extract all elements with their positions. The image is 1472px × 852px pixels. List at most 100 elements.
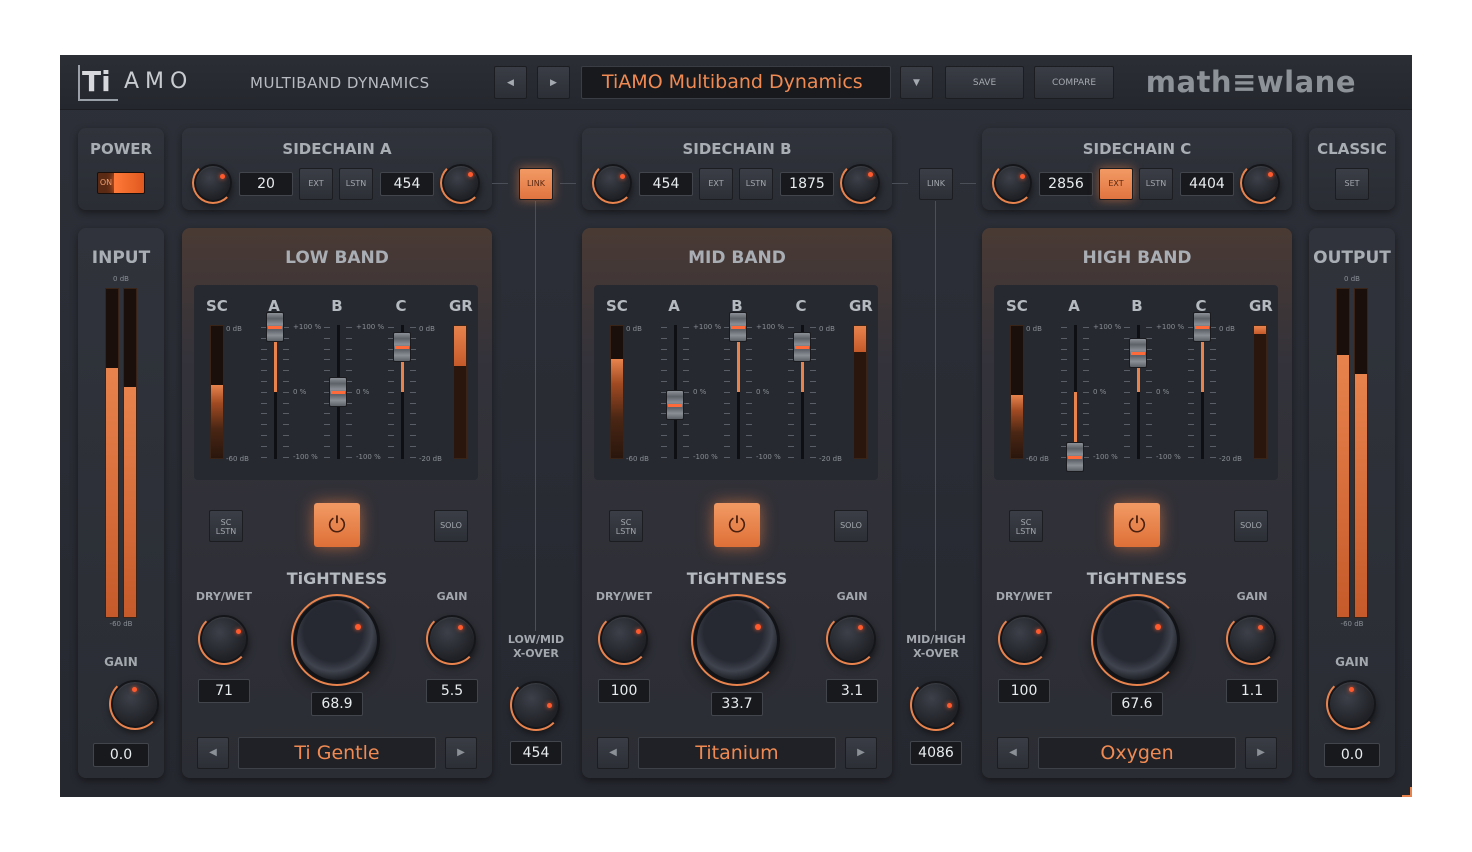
knob-arc: [291, 594, 383, 686]
preset-dropdown-button[interactable]: ▼: [900, 66, 933, 99]
drywet-value[interactable]: 100: [998, 679, 1050, 703]
sc-listen-button[interactable]: SC LSTN: [209, 510, 243, 542]
next-preset-button[interactable]: ▶: [537, 66, 570, 99]
xover-knob[interactable]: [510, 679, 562, 731]
band-preset-prev-button[interactable]: ◀: [997, 737, 1029, 769]
sidechain-low-knob[interactable]: [192, 162, 234, 204]
fader-b-cap[interactable]: [329, 377, 347, 407]
fader-a-track[interactable]: [1074, 325, 1077, 459]
power-toggle-label: ON: [98, 173, 114, 193]
fader-tick: [1146, 413, 1152, 415]
link-ab-button[interactable]: LINK: [519, 168, 553, 200]
fader-c-cap[interactable]: [1193, 312, 1211, 342]
fader-tick: [724, 391, 730, 393]
sidechain-low-knob[interactable]: [992, 162, 1034, 204]
fader-a-cap[interactable]: [666, 390, 684, 420]
band-gain-value[interactable]: 3.1: [826, 679, 878, 703]
band-preset-name[interactable]: Titanium: [638, 737, 836, 769]
fader-a-track[interactable]: [274, 325, 277, 459]
solo-button[interactable]: SOLO: [1234, 510, 1268, 542]
fader-tick: [410, 445, 416, 447]
tightness-value[interactable]: 33.7: [711, 692, 763, 716]
compare-button[interactable]: COMPARE: [1034, 66, 1114, 99]
sidechain-high-knob[interactable]: [440, 162, 482, 204]
xover-knob[interactable]: [910, 679, 962, 731]
band-power-button[interactable]: ⏻: [314, 503, 360, 547]
sidechain-ext-button[interactable]: EXT: [299, 168, 333, 200]
band-preset-next-button[interactable]: ▶: [845, 737, 877, 769]
fader-b-track[interactable]: [737, 325, 740, 459]
input-gain-knob[interactable]: [109, 678, 161, 730]
fader-b-cap[interactable]: [729, 312, 747, 342]
tightness-value[interactable]: 68.9: [311, 692, 363, 716]
input-gain-value[interactable]: 0.0: [93, 743, 149, 767]
band-preset-prev-button[interactable]: ◀: [197, 737, 229, 769]
drywet-value[interactable]: 100: [598, 679, 650, 703]
classic-set-button[interactable]: SET: [1335, 168, 1369, 200]
band-preset-name[interactable]: Oxygen: [1038, 737, 1236, 769]
link-bc-button[interactable]: LINK: [919, 168, 953, 200]
resize-handle[interactable]: [1402, 787, 1412, 797]
sidechain-listen-button[interactable]: LSTN: [739, 168, 773, 200]
fader-a-cap[interactable]: [1066, 442, 1084, 472]
preset-name-display[interactable]: TiAMO Multiband Dynamics: [581, 66, 891, 99]
drywet-knob[interactable]: [598, 613, 650, 665]
sidechain-high-freq[interactable]: 4404: [1180, 172, 1234, 196]
output-gain-value[interactable]: 0.0: [1324, 743, 1380, 767]
sidechain-ext-button[interactable]: EXT: [1099, 168, 1133, 200]
fader-tick: [1188, 381, 1194, 382]
drywet-knob[interactable]: [198, 613, 250, 665]
xover-label-1: MID/HIGH: [906, 633, 966, 646]
drywet-knob[interactable]: [998, 613, 1050, 665]
band-power-button[interactable]: ⏻: [1114, 503, 1160, 547]
knob-arc: [440, 162, 482, 204]
solo-button[interactable]: SOLO: [834, 510, 868, 542]
band-preset-next-button[interactable]: ▶: [1245, 737, 1277, 769]
band-gain-knob[interactable]: [1226, 613, 1278, 665]
fader-a-cap[interactable]: [266, 312, 284, 342]
tightness-knob[interactable]: [691, 594, 783, 686]
sidechain-high-knob[interactable]: [1240, 162, 1282, 204]
band-gain-value[interactable]: 1.1: [1226, 679, 1278, 703]
drywet-value[interactable]: 71: [198, 679, 250, 703]
sidechain-low-freq[interactable]: 2856: [1039, 172, 1093, 196]
solo-button[interactable]: SOLO: [434, 510, 468, 542]
sidechain-listen-button[interactable]: LSTN: [1139, 168, 1173, 200]
fader-c-cap[interactable]: [393, 331, 411, 362]
sidechain-low-knob[interactable]: [592, 162, 634, 204]
band-gain-knob[interactable]: [826, 613, 878, 665]
save-button[interactable]: SAVE: [945, 66, 1024, 99]
band-power-button[interactable]: ⏻: [714, 503, 760, 547]
col-label-b: B: [1131, 297, 1143, 315]
tightness-knob[interactable]: [291, 594, 383, 686]
band-preset-next-button[interactable]: ▶: [445, 737, 477, 769]
sidechain-ext-button[interactable]: EXT: [699, 168, 733, 200]
col-label-gr: GR: [849, 297, 873, 315]
sidechain-low-freq[interactable]: 20: [239, 172, 293, 196]
fader-tick: [388, 402, 394, 404]
fader-c-cap[interactable]: [793, 331, 811, 362]
fader-tick: [661, 445, 667, 447]
sc-listen-button[interactable]: SC LSTN: [1009, 510, 1043, 542]
sidechain-high-freq[interactable]: 454: [380, 172, 434, 196]
fader-tick: [261, 381, 267, 382]
prev-preset-button[interactable]: ◀: [494, 66, 527, 99]
sidechain-high-knob[interactable]: [840, 162, 882, 204]
power-toggle[interactable]: ON: [97, 172, 145, 194]
sidechain-low-freq[interactable]: 454: [639, 172, 693, 196]
band-gain-value[interactable]: 5.5: [426, 679, 478, 703]
sidechain-high-freq[interactable]: 1875: [780, 172, 834, 196]
sc-listen-button[interactable]: SC LSTN: [609, 510, 643, 542]
tightness-value[interactable]: 67.6: [1111, 692, 1163, 716]
band-gain-knob[interactable]: [426, 613, 478, 665]
tightness-knob[interactable]: [1091, 594, 1183, 686]
output-gain-knob[interactable]: [1326, 678, 1378, 730]
band-preset-name[interactable]: Ti Gentle: [238, 737, 436, 769]
xover-value[interactable]: 4086: [910, 741, 962, 765]
sidechain-listen-button[interactable]: LSTN: [339, 168, 373, 200]
xover-value[interactable]: 454: [510, 741, 562, 765]
fader-tick: [1124, 402, 1130, 404]
band-preset-prev-button[interactable]: ◀: [597, 737, 629, 769]
fader-c-track[interactable]: [1201, 325, 1204, 459]
fader-b-cap[interactable]: [1129, 338, 1147, 368]
